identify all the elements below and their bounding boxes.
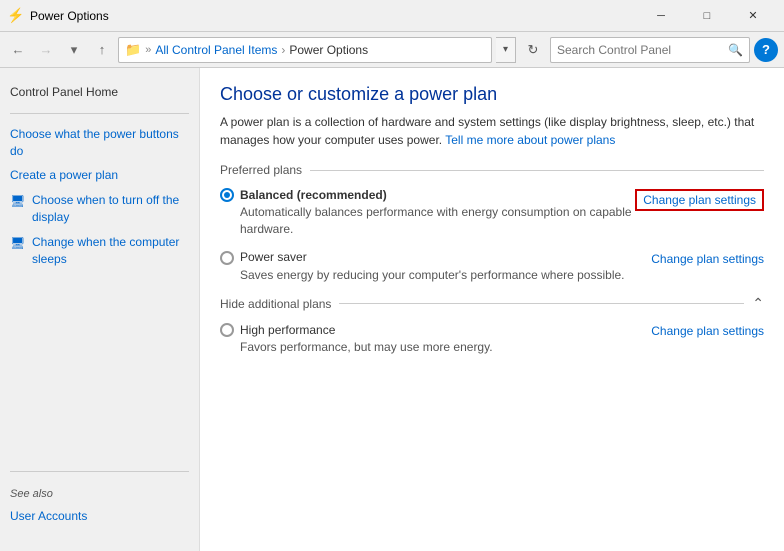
recent-pages-button[interactable]: ▾ (62, 38, 86, 62)
hide-plans-chevron[interactable]: ⌃ (752, 295, 764, 312)
help-button[interactable]: ? (754, 38, 778, 62)
search-icon[interactable]: 🔍 (728, 43, 743, 57)
breadcrumb-separator: » (145, 44, 151, 56)
plan-desc-balanced: Automatically balances performance with … (240, 204, 635, 238)
maximize-button[interactable]: □ (684, 0, 730, 32)
sidebar-item-computer-sleeps-label: Change when the computer sleeps (32, 234, 189, 268)
sidebar-home-label: Control Panel Home (10, 84, 118, 101)
radio-balanced[interactable] (220, 188, 234, 202)
sidebar-item-create-plan-label: Create a power plan (10, 167, 118, 184)
plan-info-high-performance: High performance Favors performance, but… (220, 322, 651, 356)
content-title: Choose or customize a power plan (220, 84, 764, 105)
sidebar-item-power-buttons[interactable]: Choose what the power buttons do (0, 122, 199, 164)
radio-power-saver[interactable] (220, 251, 234, 265)
plan-desc-high-performance: Favors performance, but may use more ene… (240, 339, 651, 356)
content-description: A power plan is a collection of hardware… (220, 113, 764, 149)
radio-balanced-inner (224, 192, 230, 198)
change-plan-link-high-performance[interactable]: Change plan settings (651, 324, 764, 338)
folder-icon: 📁 (125, 42, 141, 58)
search-box: 🔍 (550, 37, 750, 63)
plan-name-row-high-performance: High performance (220, 322, 651, 337)
address-bar: ← → ▾ ↑ 📁 » All Control Panel Items › Po… (0, 32, 784, 68)
minimize-button[interactable]: ─ (638, 0, 684, 32)
monitor-icon: 🖥 (10, 193, 26, 209)
address-dropdown[interactable]: ▾ (496, 37, 516, 63)
window-controls: ─ □ ✕ (638, 0, 776, 32)
close-button[interactable]: ✕ (730, 0, 776, 32)
sidebar-item-user-accounts[interactable]: User Accounts (0, 504, 199, 529)
sidebar-item-turn-off-display-label: Choose when to turn off the display (32, 192, 189, 226)
plan-row-balanced: Balanced (recommended) Automatically bal… (220, 187, 764, 238)
title-bar: ⚡ Power Options ─ □ ✕ (0, 0, 784, 32)
sidebar-divider-1 (10, 113, 189, 114)
content-area: Choose or customize a power plan A power… (200, 68, 784, 551)
address-path: 📁 » All Control Panel Items › Power Opti… (118, 37, 492, 63)
back-button[interactable]: ← (6, 38, 30, 62)
sidebar: Control Panel Home Choose what the power… (0, 68, 200, 551)
sleep-icon: 🖥 (10, 235, 26, 251)
plan-name-row-balanced: Balanced (recommended) (220, 187, 635, 202)
sidebar-divider-2 (10, 471, 189, 472)
plan-name-row-power-saver: Power saver (220, 250, 651, 265)
change-plan-link-power-saver[interactable]: Change plan settings (651, 252, 764, 266)
hide-plans-header: Hide additional plans ⌃ (220, 295, 764, 312)
radio-high-performance[interactable] (220, 323, 234, 337)
breadcrumb-root[interactable]: All Control Panel Items (155, 43, 277, 57)
learn-more-link[interactable]: Tell me more about power plans (445, 133, 615, 147)
preferred-plans-header: Preferred plans (220, 163, 764, 177)
sidebar-item-power-buttons-label: Choose what the power buttons do (10, 126, 189, 160)
plan-row-high-performance: High performance Favors performance, but… (220, 322, 764, 356)
refresh-button[interactable]: ↻ (520, 37, 546, 63)
breadcrumb-arrow: › (281, 43, 285, 57)
window-title: Power Options (30, 9, 638, 23)
preferred-plans-label: Preferred plans (220, 163, 302, 177)
see-also-label: See also (0, 480, 199, 504)
change-plan-link-balanced[interactable]: Change plan settings (635, 189, 764, 211)
sidebar-item-user-accounts-label: User Accounts (10, 508, 87, 525)
plan-name-high-performance: High performance (240, 323, 335, 337)
sidebar-item-create-plan[interactable]: Create a power plan (0, 163, 199, 188)
app-icon: ⚡ (8, 8, 24, 24)
breadcrumb-current: Power Options (289, 43, 368, 57)
hide-plans-label: Hide additional plans (220, 297, 331, 311)
sidebar-item-computer-sleeps[interactable]: 🖥 Change when the computer sleeps (0, 230, 199, 272)
search-input[interactable] (557, 43, 724, 57)
plan-info-power-saver: Power saver Saves energy by reducing you… (220, 250, 651, 284)
up-button[interactable]: ↑ (90, 38, 114, 62)
main-layout: Control Panel Home Choose what the power… (0, 68, 784, 551)
plan-name-balanced: Balanced (recommended) (240, 188, 387, 202)
sidebar-home[interactable]: Control Panel Home (0, 80, 199, 105)
plan-row-power-saver: Power saver Saves energy by reducing you… (220, 250, 764, 284)
plan-info-balanced: Balanced (recommended) Automatically bal… (220, 187, 635, 238)
plan-desc-power-saver: Saves energy by reducing your computer's… (240, 267, 651, 284)
preferred-plans-line (310, 170, 764, 171)
plan-name-power-saver: Power saver (240, 250, 307, 264)
hide-plans-line (339, 303, 744, 304)
forward-button[interactable]: → (34, 38, 58, 62)
sidebar-item-turn-off-display[interactable]: 🖥 Choose when to turn off the display (0, 188, 199, 230)
